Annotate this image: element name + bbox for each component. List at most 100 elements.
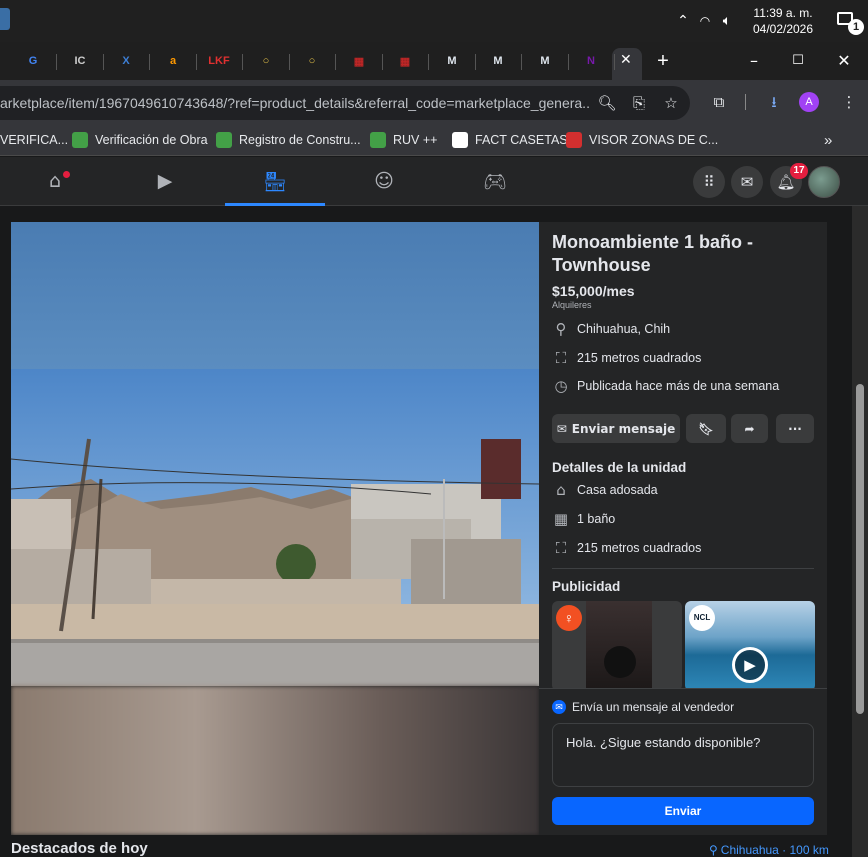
bookmark-item[interactable]: Verificación de Obra xyxy=(72,131,208,149)
clock-icon: ◷ xyxy=(554,377,568,395)
new-tab-button[interactable]: + xyxy=(652,50,674,72)
maximize-button[interactable]: ☐ xyxy=(776,50,820,72)
menu-grid-button[interactable]: ⠿ xyxy=(693,166,725,198)
install-app-icon[interactable]: ⎘ xyxy=(624,81,654,125)
bath-icon: ▦ xyxy=(553,510,569,528)
tab-separator xyxy=(521,54,522,70)
messenger-button[interactable]: ✉ xyxy=(731,166,763,198)
google-icon[interactable]: G xyxy=(22,50,44,72)
site-icon[interactable]: ○ xyxy=(301,50,323,72)
bookmark-item[interactable]: VISOR ZONAS DE C... xyxy=(566,131,718,149)
nav-gaming[interactable]: 🎮︎ xyxy=(445,157,545,205)
site-icon[interactable]: ▦ xyxy=(348,50,370,72)
system-clock[interactable]: 11:39 a. m. 04/02/2026 xyxy=(744,5,822,37)
site-icon[interactable]: ▦ xyxy=(394,50,416,72)
messenger-icon: ✉ xyxy=(552,700,566,714)
listing-price: $15,000/mes xyxy=(552,283,635,299)
bookmarks-overflow-button[interactable]: » xyxy=(824,131,832,149)
chevron-up-icon[interactable]: ⌃ xyxy=(672,13,694,29)
menu-icon[interactable]: ⋮ xyxy=(834,80,864,124)
play-button[interactable]: ▶ xyxy=(732,647,768,683)
app-icon[interactable] xyxy=(0,8,10,30)
location-filter[interactable]: ⚲ Chihuahua · 100 km xyxy=(709,843,829,857)
send-message-label: Enviar mensaje xyxy=(571,421,676,436)
save-button[interactable]: 🔖︎ xyxy=(686,414,726,443)
clock-date: 04/02/2026 xyxy=(752,22,814,36)
more-options-button[interactable]: ··· xyxy=(776,414,814,443)
tab-separator xyxy=(382,54,383,70)
nav-video[interactable]: ▶︎ xyxy=(115,157,215,205)
bookmark-item[interactable]: Registro de Constru... xyxy=(216,131,361,149)
scrollbar-thumb[interactable] xyxy=(856,384,864,714)
message-seller-section: ✉ Envía un mensaje al vendedor Hola. ¿Si… xyxy=(539,688,827,835)
message-input-text[interactable]: Hola. ¿Sigue estando disponible? xyxy=(566,735,760,750)
bookmark-item[interactable]: FACT CASETAS xyxy=(452,131,568,149)
nav-groups[interactable]: ☺ xyxy=(334,157,434,205)
close-window-button[interactable]: ✕ xyxy=(822,50,866,72)
send-message-button[interactable]: ✉ Enviar mensaje xyxy=(552,414,680,443)
ad-brand-icon: ♀ xyxy=(556,605,582,631)
active-tab[interactable]: ✕ xyxy=(612,48,642,80)
close-tab-icon[interactable]: ✕ xyxy=(620,52,632,68)
bookmark-item[interactable]: VERIFICA... xyxy=(0,131,68,149)
onenote-icon[interactable]: N xyxy=(580,50,602,72)
more-icon: ··· xyxy=(788,421,802,436)
share-button[interactable]: ➦ xyxy=(731,414,768,443)
area-icon: ⛶ xyxy=(555,539,567,557)
site-icon[interactable]: IC xyxy=(69,50,91,72)
notification-count: 1 xyxy=(848,19,864,35)
bookmark-item[interactable]: RUV ++ xyxy=(370,131,437,149)
extensions-icon[interactable]: ⧉ xyxy=(704,80,734,124)
photo-blurred-background-top xyxy=(11,222,539,369)
tab-separator xyxy=(428,54,429,70)
bookmark-label: VERIFICA... xyxy=(0,133,69,147)
location-filter-label: Chihuahua · 100 km xyxy=(720,843,829,857)
doc-icon[interactable]: M xyxy=(487,50,509,72)
send-button[interactable]: Enviar xyxy=(552,797,814,825)
wifi-icon[interactable]: ◠ xyxy=(694,14,716,28)
home-icon: ⌂ xyxy=(48,170,62,192)
tab-separator xyxy=(568,54,569,70)
detail-text: 1 baño xyxy=(577,512,616,526)
minimize-button[interactable]: – xyxy=(732,50,776,72)
site-icon[interactable]: ○ xyxy=(255,50,277,72)
volume-icon[interactable]: 🔈︎ xyxy=(716,13,738,29)
lkf-icon[interactable]: LKF xyxy=(208,50,230,72)
notification-center-button[interactable]: 1 xyxy=(828,0,868,42)
detail-row: ▦ 1 baño xyxy=(552,509,615,529)
location-row: ⚲ Chihuahua, Chih xyxy=(552,319,671,339)
page-scrollbar[interactable] xyxy=(852,206,868,857)
posted-row: ◷ Publicada hace más de una semana xyxy=(552,376,779,396)
featured-heading: Destacados de hoy xyxy=(11,840,148,857)
ad-card-right[interactable]: NCL ▶ xyxy=(685,601,815,691)
bookmark-star-icon[interactable]: ☆ xyxy=(656,81,686,125)
download-icon[interactable]: ⭳ xyxy=(759,80,789,124)
profile-avatar[interactable]: A xyxy=(799,92,819,112)
bookmark-label: FACT CASETAS xyxy=(475,133,568,147)
amazon-icon[interactable]: a xyxy=(162,50,184,72)
area-icon: ⛶ xyxy=(555,349,567,367)
nav-marketplace[interactable]: 🏪︎ xyxy=(225,157,325,206)
bookmark-icon: 🔖︎ xyxy=(698,421,714,436)
doc-icon[interactable]: M xyxy=(534,50,556,72)
address-bar[interactable]: arketplace/item/1967049610743648/?ref=pr… xyxy=(0,86,690,120)
ads-heading: Publicidad xyxy=(552,579,621,594)
nav-home[interactable]: ⌂ xyxy=(5,157,105,205)
detail-text: Casa adosada xyxy=(577,483,658,497)
area-row: ⛶ 215 metros cuadrados xyxy=(552,348,702,368)
site-icon[interactable]: X xyxy=(115,50,137,72)
ad-card-left[interactable]: ♀ xyxy=(552,601,682,691)
bookmark-icon xyxy=(566,132,582,148)
listing-photo-viewer[interactable] xyxy=(11,222,539,835)
listing-category[interactable]: Alquileres xyxy=(552,300,592,310)
video-icon: ▶︎ xyxy=(157,170,173,192)
search-icon[interactable]: 🔍︎ xyxy=(592,81,622,125)
account-avatar[interactable] xyxy=(808,166,840,198)
gaming-icon: 🎮︎ xyxy=(482,170,508,193)
area-text: 215 metros cuadrados xyxy=(577,351,702,365)
message-input[interactable]: Hola. ¿Sigue estando disponible? xyxy=(552,723,814,787)
marketplace-icon: 🏪︎ xyxy=(262,170,288,193)
doc-icon[interactable]: M xyxy=(441,50,463,72)
url-text[interactable]: arketplace/item/1967049610743648/?ref=pr… xyxy=(0,95,590,111)
ad-brand-logo: NCL xyxy=(689,605,715,631)
